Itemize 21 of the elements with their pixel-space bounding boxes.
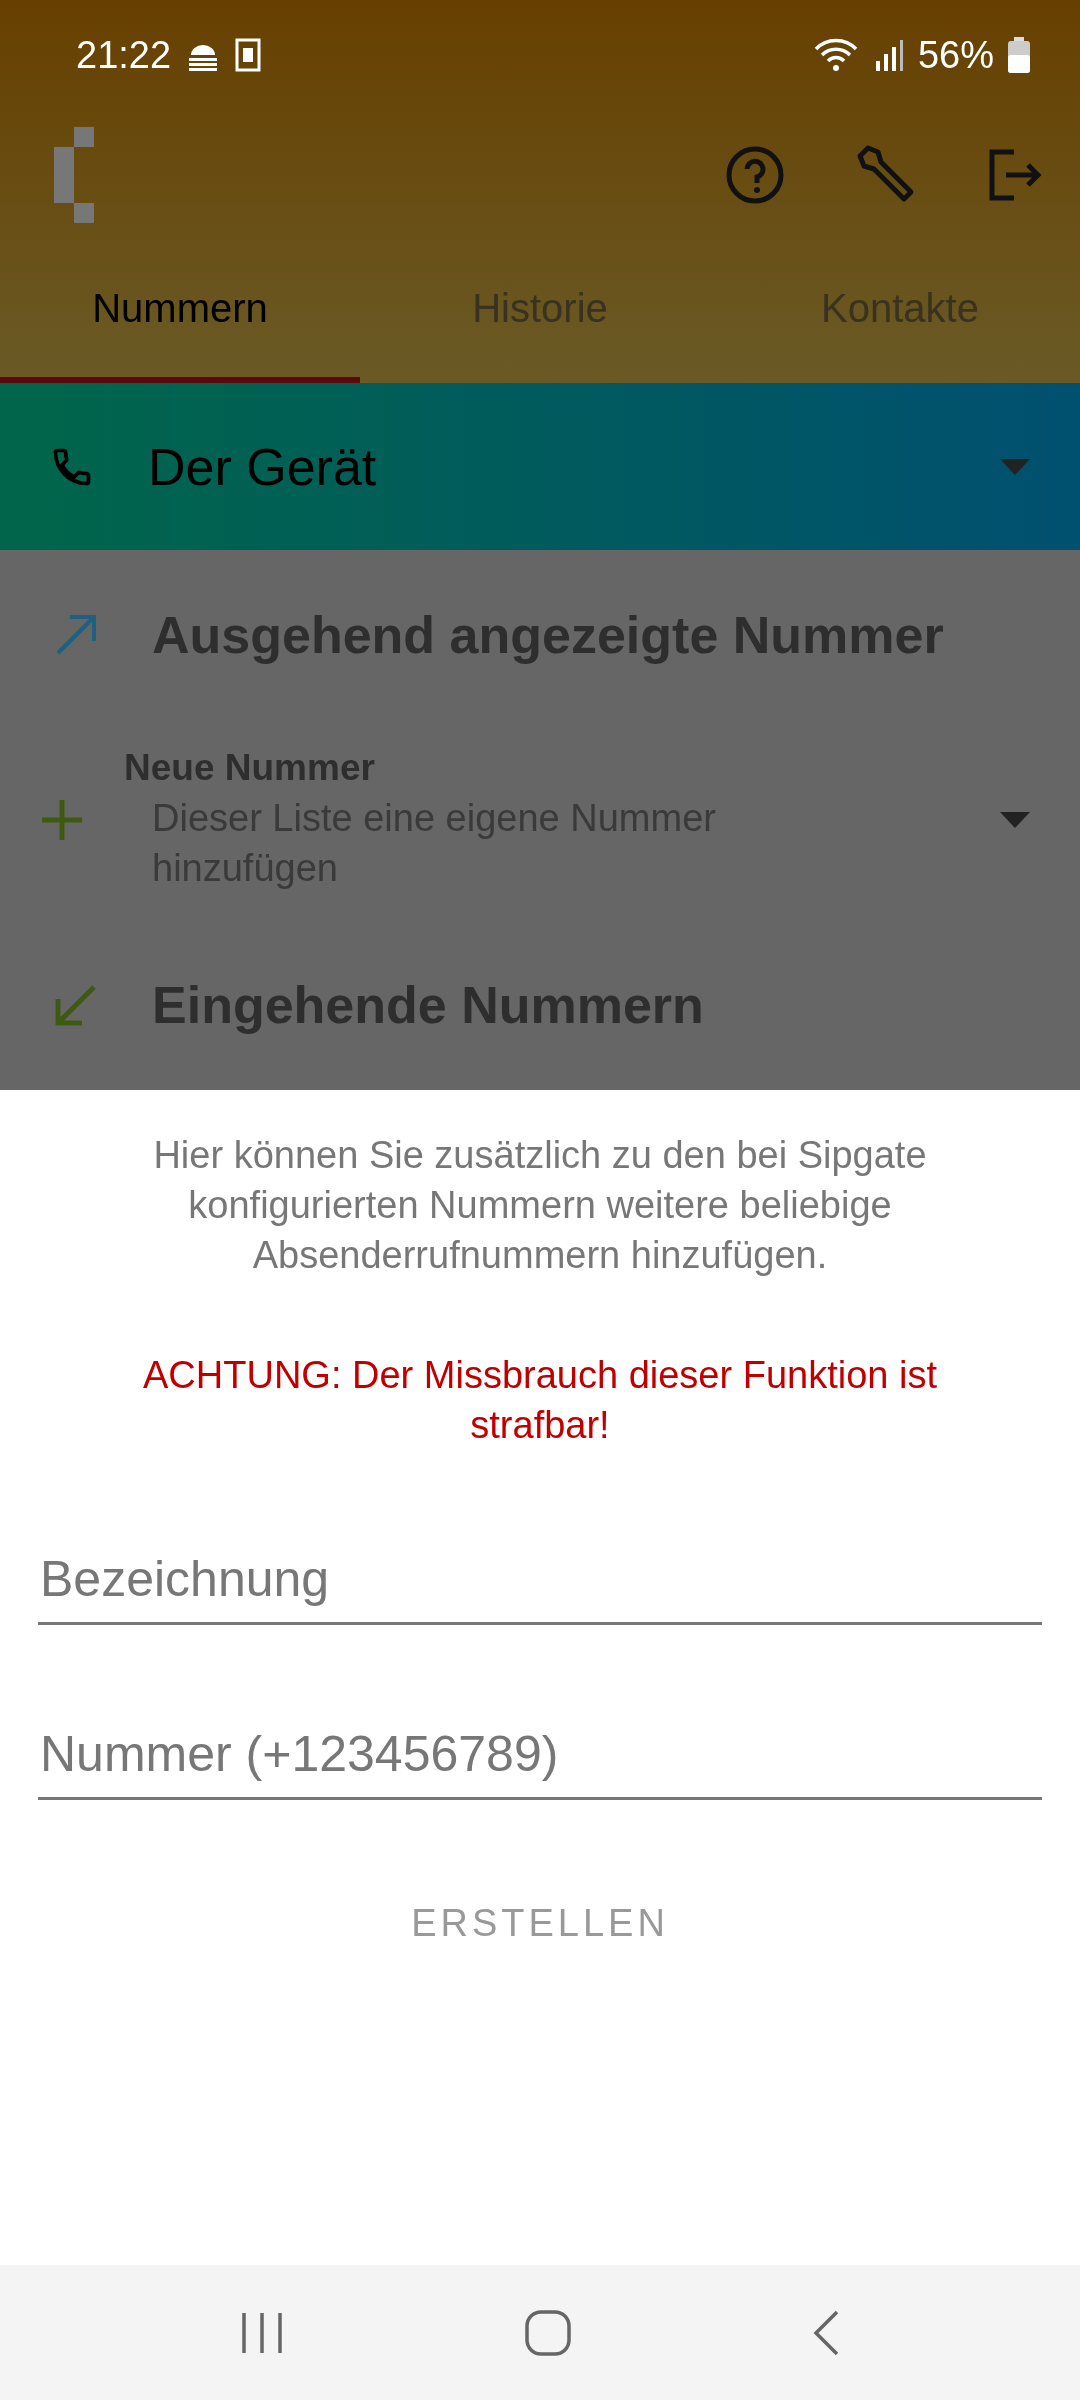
input-field[interactable]: Nummer (+123456789) <box>38 1725 1042 1800</box>
section-title: Ausgehend angezeigte Nummer <box>152 605 944 665</box>
logo-icon <box>54 127 94 223</box>
card-icon <box>235 38 262 72</box>
input-field[interactable]: Bezeichnung <box>38 1550 1042 1625</box>
signal-icon <box>873 39 904 71</box>
outgoing-arrow-icon <box>54 613 98 657</box>
back-icon[interactable] <box>811 2309 840 2356</box>
incoming-arrow-icon <box>54 983 98 1027</box>
description-text: Hier können Sie zusätzlich zu den bei Sipgate konfigurierten Nummern weitere beliebige Absenderrufnummern hinzufügen. <box>152 1133 928 1278</box>
plus-icon <box>40 798 84 842</box>
home-icon[interactable] <box>525 2309 571 2356</box>
section-title: Eingehende Nummern <box>152 975 704 1035</box>
dropdown-caret-icon <box>1000 812 1030 828</box>
dropdown-caret-icon <box>1000 458 1030 475</box>
recent-apps-icon[interactable] <box>240 2312 285 2353</box>
status-time: 21:22 <box>76 33 172 77</box>
warning-text: ACHTUNG: Der Missbrauch dieser Funktion ist strafbar! <box>142 1353 938 1448</box>
battery-icon <box>1008 37 1030 73</box>
device-selector[interactable]: Der Gerät <box>0 383 1080 550</box>
battery-percent: 56% <box>917 33 994 77</box>
